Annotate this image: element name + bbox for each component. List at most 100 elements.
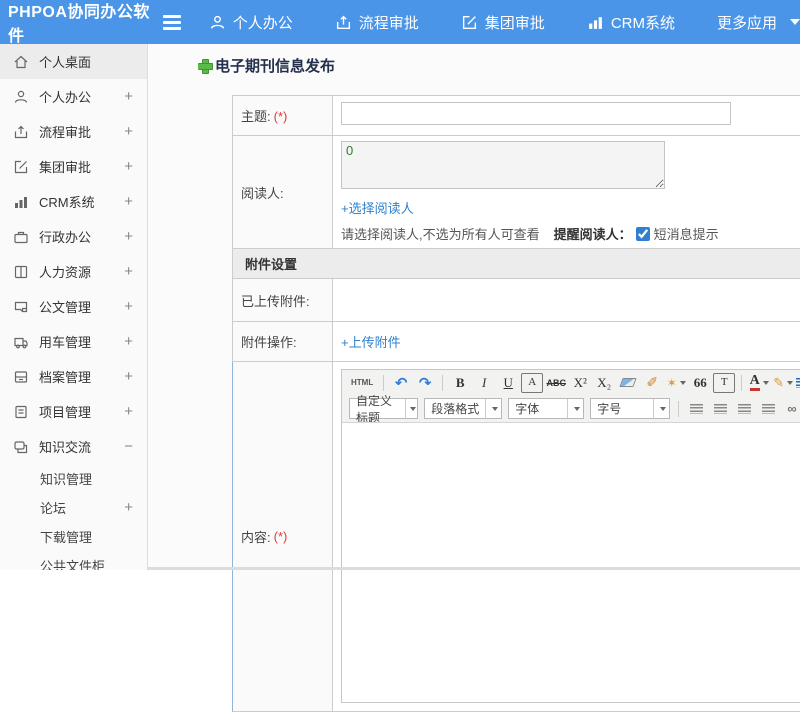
uploaded-attachments-label: 已上传附件:	[233, 279, 333, 321]
template-button[interactable]: T	[713, 373, 735, 393]
nav-crm-system[interactable]: CRM系统	[587, 12, 675, 33]
app-logo: PHPOA协同办公软件	[0, 0, 163, 46]
nav-label: 流程审批	[359, 12, 419, 33]
expand-icon[interactable]: +	[124, 193, 133, 210]
menu-toggle-icon[interactable]	[163, 15, 181, 30]
expand-icon[interactable]: +	[124, 158, 133, 175]
sidebar-item-vehicle-management[interactable]: 用车管理 +	[0, 324, 147, 359]
user-icon	[13, 89, 29, 105]
font-size-select[interactable]: 字号	[590, 398, 670, 419]
underline-button[interactable]: U	[497, 373, 519, 393]
strikethrough-button[interactable]: ABC	[545, 373, 567, 393]
readers-label: 阅读人:	[233, 136, 333, 248]
blockquote-button[interactable]: 66	[689, 373, 711, 393]
user-icon	[209, 14, 226, 31]
ordered-list-button[interactable]	[796, 373, 800, 393]
highlighter-pen-icon: ✎	[773, 375, 784, 391]
sidebar-item-personal-office[interactable]: 个人办公 +	[0, 79, 147, 114]
expand-icon[interactable]: +	[124, 499, 133, 516]
sidebar-subitem-forum[interactable]: 论坛 +	[0, 493, 147, 522]
rich-text-editor: HTML ↶ ↷ B I U A ABC X² X₂ ✐	[341, 369, 800, 703]
sidebar-item-document-management[interactable]: 公文管理 +	[0, 289, 147, 324]
sidebar-item-admin-office[interactable]: 行政办公 +	[0, 219, 147, 254]
align-justify-button[interactable]	[757, 399, 779, 419]
sidebar-subitem-knowledge-management[interactable]: 知识管理	[0, 464, 147, 493]
sidebar-item-project-management[interactable]: 项目管理 +	[0, 394, 147, 429]
nav-label: 个人办公	[233, 12, 293, 33]
readers-row: 阅读人: 0 +选择阅读人 请选择阅读人,不选为所有人可查看 提醒阅读人： 短消…	[232, 136, 800, 249]
superscript-button[interactable]: X²	[569, 373, 591, 393]
select-readers-link[interactable]: +选择阅读人	[341, 198, 414, 217]
caret-down-icon	[680, 381, 686, 385]
bold-button[interactable]: B	[449, 373, 471, 393]
sidebar-subitem-public-file-cabinet[interactable]: 公共文件柜	[0, 551, 147, 570]
align-right-button[interactable]	[733, 399, 755, 419]
quick-format-button[interactable]: ✶	[665, 373, 687, 393]
sms-remind-checkbox[interactable]	[636, 227, 650, 241]
chart-icon	[13, 194, 29, 210]
nav-more-apps[interactable]: 更多应用	[717, 12, 800, 33]
align-left-button[interactable]	[685, 399, 707, 419]
insert-link-button[interactable]: ∞	[781, 399, 800, 419]
italic-button[interactable]: I	[473, 373, 495, 393]
expand-icon[interactable]: +	[124, 88, 133, 105]
editor-toolbar-row1: HTML ↶ ↷ B I U A ABC X² X₂ ✐	[342, 370, 800, 395]
font-style-button[interactable]: A	[521, 373, 543, 393]
main-content: 电子期刊信息发布 主题:(*) 阅读人: 0 +选择阅读人 请选择阅读人,	[148, 44, 800, 570]
ordered-list-icon	[796, 378, 800, 388]
expand-icon[interactable]: +	[124, 228, 133, 245]
expand-icon[interactable]: +	[124, 403, 133, 420]
align-center-icon	[714, 404, 727, 414]
editor-content-area[interactable]	[342, 422, 800, 702]
expand-icon[interactable]: +	[124, 123, 133, 140]
sidebar-item-human-resources[interactable]: 人力资源 +	[0, 254, 147, 289]
caret-down-icon	[660, 407, 666, 411]
font-color-button[interactable]: A	[748, 373, 770, 393]
chat-icon	[13, 439, 29, 455]
align-center-button[interactable]	[709, 399, 731, 419]
highlight-color-button[interactable]: ✎	[772, 373, 794, 393]
nav-group-approval[interactable]: 集团审批	[461, 12, 545, 33]
font-family-select[interactable]: 字体	[508, 398, 584, 419]
collapse-icon[interactable]: −	[124, 438, 133, 455]
sidebar-item-group-approval[interactable]: 集团审批 +	[0, 149, 147, 184]
required-mark: (*)	[274, 109, 288, 124]
content-label: 内容:(*)	[233, 362, 333, 711]
share-icon	[335, 14, 352, 31]
chart-icon	[587, 14, 604, 31]
subscript-button[interactable]: X₂	[593, 373, 615, 393]
upload-attachment-link[interactable]: +上传附件	[341, 332, 401, 351]
sidebar-subitem-download-management[interactable]: 下载管理	[0, 522, 147, 551]
sidebar-item-archive-management[interactable]: 档案管理 +	[0, 359, 147, 394]
page-title: 电子期刊信息发布	[198, 55, 335, 76]
remove-format-button[interactable]	[617, 373, 639, 393]
source-code-button[interactable]: HTML	[347, 373, 377, 393]
expand-icon[interactable]: +	[124, 368, 133, 385]
format-brush-button[interactable]: ✐	[641, 373, 663, 393]
undo-button[interactable]: ↶	[390, 373, 412, 393]
redo-button[interactable]: ↷	[414, 373, 436, 393]
sms-remind-label: 短消息提示	[654, 224, 719, 243]
sidebar-item-workflow-approval[interactable]: 流程审批 +	[0, 114, 147, 149]
share-icon	[13, 124, 29, 140]
align-justify-icon	[762, 404, 775, 414]
required-mark: (*)	[274, 529, 288, 544]
sidebar-item-knowledge-exchange[interactable]: 知识交流 −	[0, 429, 147, 464]
archive-icon	[13, 369, 29, 385]
nav-personal-office[interactable]: 个人办公	[209, 12, 293, 33]
heading-select[interactable]: 自定义标题	[349, 398, 418, 419]
uploaded-attachments-value	[333, 279, 800, 321]
edit-icon	[13, 159, 29, 175]
expand-icon[interactable]: +	[124, 333, 133, 350]
subject-input[interactable]	[341, 102, 731, 125]
remind-readers-label: 提醒阅读人：	[554, 224, 632, 243]
expand-icon[interactable]: +	[124, 263, 133, 280]
expand-icon[interactable]: +	[124, 298, 133, 315]
readers-textarea[interactable]: 0	[341, 141, 665, 189]
align-right-icon	[738, 404, 751, 414]
sidebar-item-personal-desktop[interactable]: 个人桌面	[0, 44, 147, 79]
paragraph-format-select[interactable]: 段落格式	[424, 398, 502, 419]
publish-form: 主题:(*) 阅读人: 0 +选择阅读人 请选择阅读人,不选为所有人可查看 提醒…	[232, 95, 800, 712]
nav-workflow-approval[interactable]: 流程审批	[335, 12, 419, 33]
sidebar-item-crm-system[interactable]: CRM系统 +	[0, 184, 147, 219]
